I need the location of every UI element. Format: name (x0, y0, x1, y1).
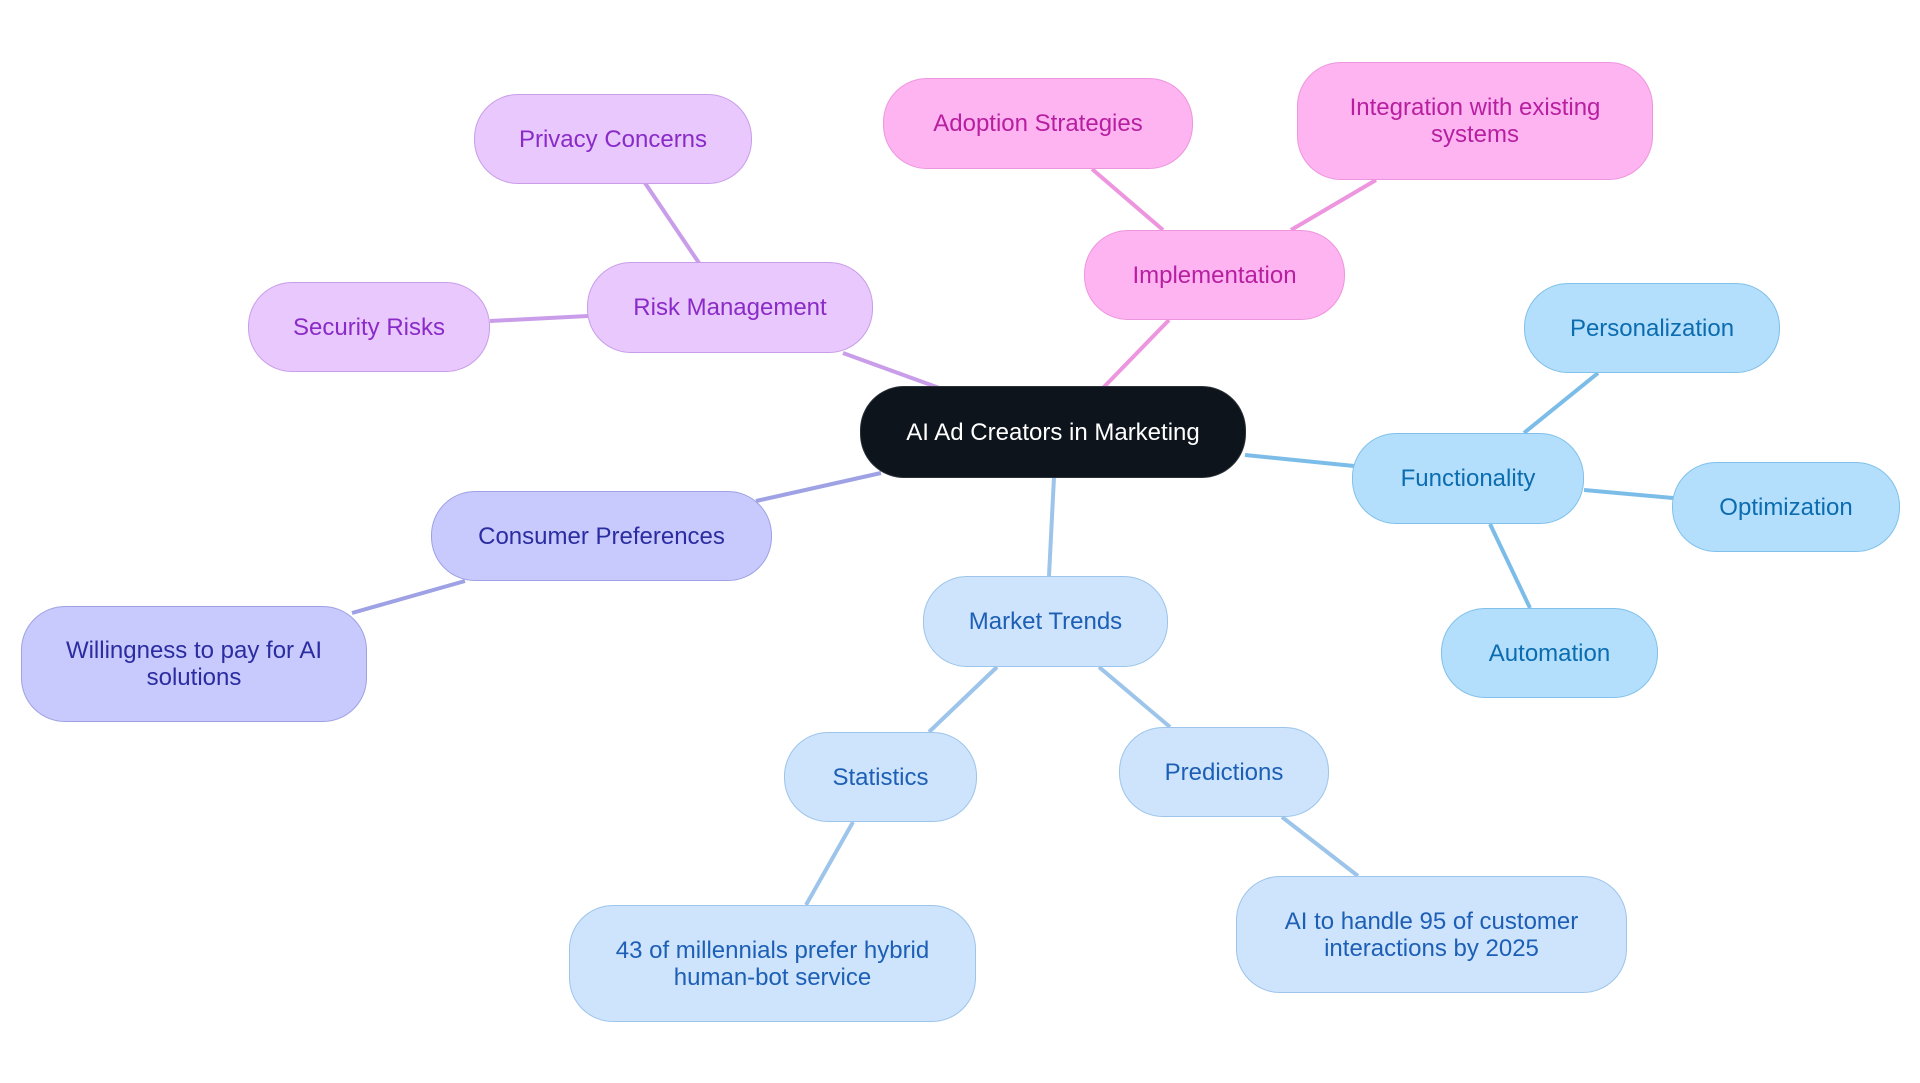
edge-market-statistics (927, 665, 999, 734)
node-predictions[interactable]: Predictions (1119, 727, 1329, 817)
edge-predictions-ai (1280, 815, 1360, 878)
node-label: Functionality (1400, 465, 1536, 492)
node-label: Statistics (832, 763, 929, 791)
node-label: Willingness to pay for AI solutions (65, 637, 323, 691)
node-label: Consumer Preferences (478, 522, 725, 550)
node-label: Adoption Strategies (933, 110, 1143, 137)
edge-risk-security (489, 314, 589, 323)
root-node-label: AI Ad Creators in Marketing (906, 418, 1200, 446)
edge-risk-privacy (643, 181, 701, 265)
edge-implementation-integration (1289, 178, 1378, 232)
node-stat-millennials[interactable]: 43 of millennials prefer hybrid human-bo… (569, 905, 976, 1022)
edge-root-risk-management (842, 351, 943, 391)
node-prediction-ai[interactable]: AI to handle 95 of customer interactions… (1236, 876, 1627, 993)
edge-consumer-willingness (351, 579, 466, 615)
node-security-risks[interactable]: Security Risks (248, 282, 490, 372)
root-node[interactable]: AI Ad Creators in Marketing (860, 386, 1246, 478)
node-willingness-to-pay[interactable]: Willingness to pay for AI solutions (21, 606, 367, 722)
node-market-trends[interactable]: Market Trends (923, 576, 1168, 667)
edge-root-functionality (1244, 453, 1355, 468)
node-label: Optimization (1719, 493, 1853, 521)
node-statistics[interactable]: Statistics (784, 732, 977, 822)
edge-statistics-millennials (804, 821, 855, 906)
node-label: Privacy Concerns (518, 125, 708, 153)
node-personalization[interactable]: Personalization (1524, 283, 1780, 373)
edge-functionality-automation (1488, 523, 1532, 609)
node-label: Market Trends (968, 608, 1123, 635)
node-integration-existing-systems[interactable]: Integration with existing systems (1297, 62, 1653, 180)
edge-root-market-trends (1047, 476, 1056, 577)
edge-functionality-personalization (1522, 371, 1600, 435)
node-implementation[interactable]: Implementation (1084, 230, 1345, 320)
node-label: Security Risks (292, 313, 446, 341)
node-label: Automation (1488, 639, 1611, 667)
edge-implementation-adoption (1090, 167, 1165, 232)
node-label: AI to handle 95 of customer interactions… (1284, 907, 1579, 962)
node-adoption-strategies[interactable]: Adoption Strategies (883, 78, 1193, 169)
node-label: Predictions (1164, 758, 1284, 786)
node-automation[interactable]: Automation (1441, 608, 1658, 698)
edge-functionality-optimization (1583, 488, 1674, 500)
node-risk-management[interactable]: Risk Management (587, 262, 873, 353)
node-functionality[interactable]: Functionality (1352, 433, 1584, 524)
node-privacy-concerns[interactable]: Privacy Concerns (474, 94, 752, 184)
edge-root-implementation (1100, 318, 1171, 391)
node-consumer-preferences[interactable]: Consumer Preferences (431, 491, 772, 581)
edge-market-predictions (1097, 665, 1172, 729)
node-label: Risk Management (633, 294, 827, 321)
node-label: 43 of millennials prefer hybrid human-bo… (615, 936, 930, 991)
node-label: Integration with existing systems (1349, 94, 1601, 148)
edge-root-consumer-preferences (755, 471, 882, 503)
node-label: Implementation (1132, 261, 1297, 289)
node-optimization[interactable]: Optimization (1672, 462, 1900, 552)
node-label: Personalization (1569, 314, 1735, 342)
